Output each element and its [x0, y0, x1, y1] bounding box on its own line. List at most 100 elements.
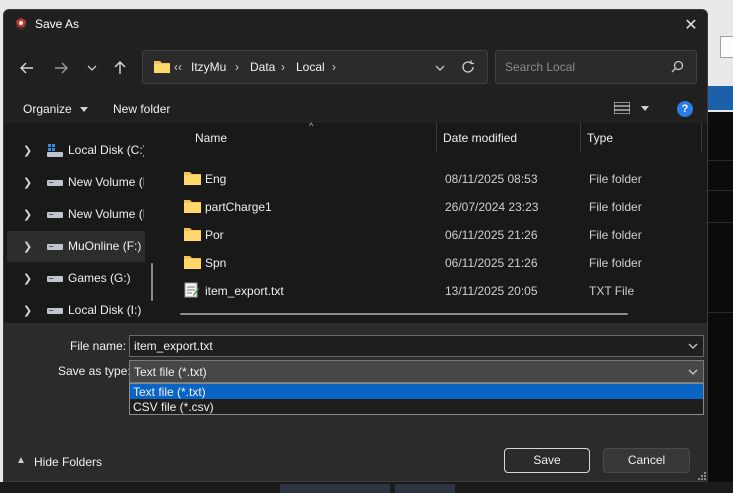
nav-item-local-disk-c[interactable]: ❯ Local Disk (C:) — [7, 135, 145, 166]
refresh-icon[interactable] — [461, 60, 475, 74]
close-button[interactable]: ✕ — [673, 10, 707, 40]
nav-item-label: Local Disk (I:) — [68, 303, 142, 317]
file-name: Eng — [205, 172, 227, 186]
column-header-date[interactable]: Date modified — [437, 123, 580, 152]
type-option-label: Text file (*.txt) — [133, 385, 206, 399]
navigation-pane: ❯ Local Disk (C:) ❯ New Volume (D:) ❯ Ne… — [4, 123, 156, 323]
type-option-csv[interactable]: CSV file (*.csv) — [130, 399, 703, 414]
file-name: item_export.txt — [205, 284, 284, 298]
organize-button[interactable]: Organize — [23, 102, 89, 116]
organize-label: Organize — [23, 102, 72, 116]
arrow-left-icon — [20, 62, 33, 74]
hide-folders-label: Hide Folders — [34, 455, 103, 469]
forward-button[interactable] — [49, 57, 73, 79]
nav-item-new-volume-e[interactable]: ❯ New Volume (E:) — [7, 199, 145, 230]
file-date: 08/11/2025 08:53 — [445, 172, 538, 186]
column-header-type[interactable]: Type — [581, 123, 701, 152]
column-header-label: S — [707, 131, 708, 145]
type-option-label: CSV file (*.csv) — [133, 400, 214, 414]
background-divider — [708, 222, 733, 223]
file-row[interactable]: Eng 08/11/2025 08:53 File folder — [180, 165, 700, 193]
nav-item-new-volume-d[interactable]: ❯ New Volume (D:) — [7, 167, 145, 198]
title-bar: Save As ✕ — [4, 10, 707, 40]
column-header-name[interactable]: Name — [164, 123, 436, 152]
file-row[interactable]: item_export.txt 13/11/2025 20:05 TXT Fil… — [180, 277, 700, 305]
new-folder-button[interactable]: New folder — [113, 102, 170, 116]
file-name-label: File name: — [70, 339, 127, 353]
caret-down-icon — [80, 107, 89, 113]
caret-down-icon — [641, 106, 650, 111]
command-bar: Organize New folder ? — [4, 96, 707, 123]
save-button[interactable]: Save — [504, 448, 590, 473]
nav-item-muonline-f[interactable]: ❯ MuOnline (F:) — [7, 231, 145, 262]
background-taskbar — [0, 482, 733, 493]
nav-item-label: Local Disk (C:) — [68, 143, 144, 157]
chevron-right-icon[interactable]: ❯ — [23, 304, 32, 317]
details-view-icon — [613, 101, 631, 115]
file-name-field[interactable]: item_export.txt — [129, 335, 704, 357]
file-name-input[interactable]: item_export.txt — [134, 339, 213, 353]
save-as-type-select[interactable]: Text file (*.txt) — [129, 360, 704, 383]
chevron-right-icon[interactable]: ❯ — [23, 176, 32, 189]
save-as-type-value: Text file (*.txt) — [134, 365, 207, 379]
address-bar[interactable]: ‹‹ ItzyMu › Data › Local › — [142, 50, 488, 84]
nav-item-local-disk-i[interactable]: ❯ Local Disk (I:) — [7, 295, 145, 326]
help-button[interactable]: ? — [677, 101, 693, 117]
nav-item-label: New Volume (D:) — [68, 175, 144, 189]
chevron-down-icon[interactable] — [688, 343, 698, 349]
file-list-scrollbar[interactable] — [180, 313, 628, 315]
up-button[interactable] — [108, 57, 132, 79]
file-name: Spn — [205, 256, 227, 270]
window-title: Save As — [35, 17, 80, 31]
folder-icon — [184, 172, 201, 185]
close-icon: ✕ — [684, 17, 698, 34]
search-box[interactable]: Search Local — [495, 50, 697, 84]
view-options-button[interactable] — [613, 101, 650, 117]
nav-item-games-g[interactable]: ❯ Games (G:) — [7, 263, 145, 294]
navigation-bar: ‹‹ ItzyMu › Data › Local › Search Local — [4, 40, 707, 96]
search-input[interactable]: Search Local — [505, 60, 575, 74]
drive-icon — [47, 212, 63, 218]
chevron-right-icon[interactable]: ❯ — [23, 144, 32, 157]
breadcrumb-itzymu[interactable]: ItzyMu — [191, 60, 226, 74]
nav-pane-scrollbar[interactable] — [151, 263, 153, 301]
file-type: File folder — [589, 256, 642, 270]
column-header-size[interactable]: S — [702, 123, 708, 152]
column-header-label: Type — [587, 131, 614, 145]
file-type: File folder — [589, 200, 642, 214]
nav-item-label: MuOnline (F:) — [68, 239, 142, 253]
drive-icon — [47, 244, 63, 250]
breadcrumb-overflow[interactable]: ‹‹ — [174, 60, 182, 74]
background-segment — [280, 484, 390, 493]
save-as-type-label: Save as type: — [58, 364, 131, 378]
file-row[interactable]: Por 06/11/2025 21:26 File folder — [180, 221, 700, 249]
save-as-type-dropdown: Text file (*.txt) CSV file (*.csv) — [129, 383, 704, 415]
chevron-right-icon[interactable]: ❯ — [23, 208, 32, 221]
chevron-right-icon[interactable]: ❯ — [23, 272, 32, 285]
nav-item-label: Games (G:) — [68, 271, 131, 285]
breadcrumb-separator[interactable]: › — [332, 60, 336, 74]
caret-up-icon: ▲ — [16, 455, 26, 466]
file-row[interactable]: partCharge1 26/07/2024 23:23 File folder — [180, 193, 700, 221]
background-dark-panel — [708, 112, 733, 493]
resize-grip-icon[interactable] — [697, 471, 706, 480]
recent-locations-button[interactable] — [80, 57, 104, 79]
column-header-label: Date modified — [443, 131, 518, 145]
arrow-up-icon — [114, 61, 126, 74]
file-type: TXT File — [589, 284, 635, 298]
back-button[interactable] — [15, 57, 39, 79]
type-option-txt[interactable]: Text file (*.txt) — [130, 384, 703, 399]
cancel-button[interactable]: Cancel — [603, 448, 690, 473]
chevron-down-icon[interactable] — [435, 65, 445, 71]
background-header-strip — [708, 86, 733, 110]
save-form: File name: item_export.txt Save as type:… — [4, 323, 707, 481]
breadcrumb-separator[interactable]: › — [281, 60, 285, 74]
breadcrumb-local[interactable]: Local — [296, 60, 325, 74]
file-date: 13/11/2025 20:05 — [445, 284, 538, 298]
background-segment — [395, 484, 455, 493]
save-as-dialog: Save As ✕ ‹‹ ItzyMu › Data › Local › Sea… — [3, 9, 708, 482]
file-row[interactable]: Spn 06/11/2025 21:26 File folder — [180, 249, 700, 277]
chevron-right-icon[interactable]: ❯ — [23, 240, 32, 253]
breadcrumb-separator[interactable]: › — [235, 60, 239, 74]
breadcrumb-data[interactable]: Data — [250, 60, 275, 74]
